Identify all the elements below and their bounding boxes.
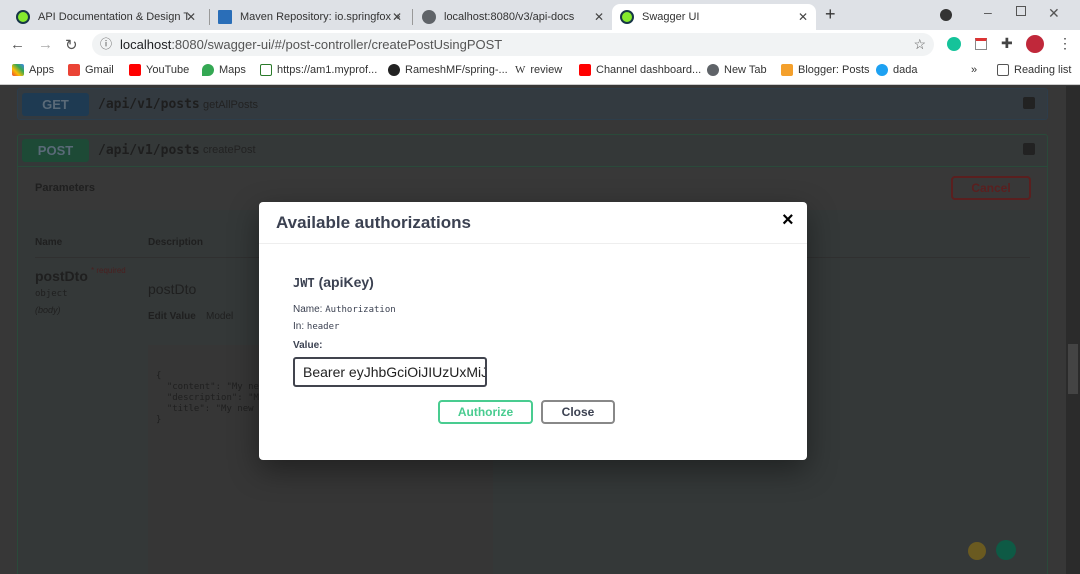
scrollbar-thumb[interactable]	[1068, 344, 1078, 394]
bookmark-gmail[interactable]: Gmail	[68, 64, 114, 76]
bookmarks-bar: Apps Gmail YouTube Maps https://am1.mypr…	[0, 58, 1080, 85]
bookmark-dada[interactable]: dada	[876, 64, 917, 76]
close-button[interactable]: Close	[541, 400, 615, 424]
modal-title: Available authorizations	[276, 213, 471, 232]
address-toolbar: ← → ↻ ⓘ localhost:8080/swagger-ui/#/post…	[0, 30, 1080, 58]
more-bookmarks-button[interactable]: »	[971, 64, 977, 76]
page-scrollbar[interactable]	[1066, 86, 1080, 574]
wikipedia-icon: W	[515, 64, 526, 76]
extension-icon[interactable]	[975, 38, 987, 50]
profile-avatar[interactable]	[1026, 35, 1044, 53]
close-tab-icon[interactable]: ✕	[798, 10, 808, 24]
reload-icon[interactable]: ↻	[65, 36, 78, 54]
lock-icon[interactable]	[1023, 143, 1035, 155]
bookmark-star-icon[interactable]: ☆	[913, 33, 926, 56]
maps-pin-icon	[202, 64, 214, 76]
bookmark-channel-dashboard[interactable]: Channel dashboard...	[579, 64, 701, 76]
tab-search-icon[interactable]	[940, 9, 952, 21]
bookmark-blogger[interactable]: Blogger: Posts	[781, 64, 870, 76]
tab-api-docs[interactable]: localhost:8080/v3/api-docs ✕	[414, 4, 612, 30]
bookmark-review[interactable]: Wreview	[515, 64, 562, 76]
minimize-button[interactable]: –	[984, 4, 992, 20]
info-icon: ⓘ	[100, 37, 113, 51]
bookmark-youtube[interactable]: YouTube	[129, 64, 189, 76]
envelope-icon	[260, 64, 272, 76]
twitter-icon	[876, 64, 888, 76]
grammarly-widget-icon[interactable]	[996, 540, 1016, 560]
apps-grid-icon	[12, 64, 24, 76]
cancel-button[interactable]: Cancel	[951, 176, 1031, 200]
tab-maven-repository[interactable]: Maven Repository: io.springfox » ✕	[210, 4, 410, 30]
reading-list-icon	[997, 64, 1009, 76]
globe-icon	[422, 10, 436, 24]
close-window-button[interactable]: ✕	[1048, 5, 1060, 22]
github-icon	[388, 64, 400, 76]
blogger-icon	[781, 64, 793, 76]
close-tab-icon[interactable]: ✕	[186, 10, 196, 24]
authorization-modal: Available authorizations × JWT (apiKey) …	[259, 202, 807, 460]
model-tab[interactable]: Model	[206, 311, 233, 322]
tab-swagger-ui[interactable]: Swagger UI ✕	[612, 4, 816, 30]
emoji-extension-icon[interactable]	[968, 542, 986, 560]
reading-list-button[interactable]: Reading list	[997, 64, 1071, 76]
value-input[interactable]: Bearer eyJhbGciOiJIUzUxMiJ	[293, 357, 487, 387]
bookmark-maps[interactable]: Maps	[202, 64, 246, 76]
restore-button[interactable]	[1016, 6, 1026, 16]
scheme-heading: JWT (apiKey)	[293, 274, 374, 290]
method-badge: POST	[22, 139, 89, 162]
lock-icon[interactable]	[1023, 97, 1035, 109]
tab-api-documentation[interactable]: API Documentation & Design Too ✕	[8, 4, 204, 30]
gmail-icon	[68, 64, 80, 76]
bookmark-apps[interactable]: Apps	[12, 64, 54, 76]
scheme-name-row: Name: Authorization	[293, 304, 396, 315]
new-tab-button[interactable]: +	[825, 4, 836, 25]
edit-value-tab[interactable]: Edit Value	[148, 311, 196, 322]
bookmark-github[interactable]: RameshMF/spring-...	[388, 64, 508, 76]
forward-icon[interactable]: →	[38, 36, 53, 53]
back-icon[interactable]: ←	[10, 36, 25, 53]
bookmark-new-tab[interactable]: New Tab	[707, 64, 767, 76]
bookmark-myprof[interactable]: https://am1.myprof...	[260, 64, 377, 76]
close-icon[interactable]: ×	[782, 209, 794, 232]
globe-icon	[707, 64, 719, 76]
scheme-in-row: In: header	[293, 321, 340, 332]
close-tab-icon[interactable]: ✕	[594, 10, 604, 24]
url-input[interactable]: ⓘ localhost:8080/swagger-ui/#/post-contr…	[92, 33, 934, 56]
grammarly-extension-icon[interactable]	[947, 37, 961, 51]
menu-kebab-icon[interactable]: ⋮	[1058, 35, 1072, 52]
extensions-puzzle-icon[interactable]: ✚	[1001, 35, 1013, 52]
maven-favicon-icon	[218, 10, 232, 24]
method-badge: GET	[22, 93, 89, 116]
swagger-favicon-icon	[620, 10, 634, 24]
youtube-icon	[129, 64, 141, 76]
authorize-button[interactable]: Authorize	[438, 400, 533, 424]
operation-get-posts[interactable]: GET /api/v1/posts getAllPosts	[17, 88, 1048, 120]
youtube-icon	[579, 64, 591, 76]
swagger-favicon-icon	[16, 10, 30, 24]
browser-tab-bar: API Documentation & Design Too ✕ Maven R…	[0, 0, 1080, 30]
close-tab-icon[interactable]: ✕	[392, 10, 402, 24]
